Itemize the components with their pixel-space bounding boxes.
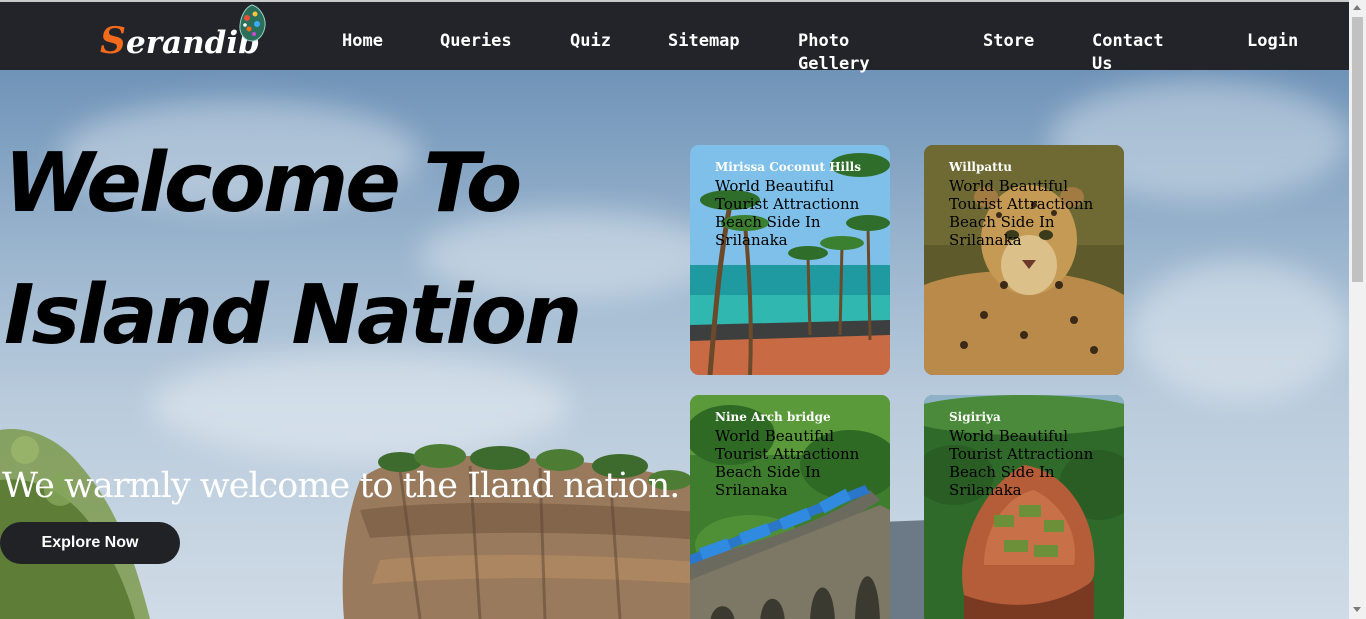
nav-contact-us[interactable]: Contact Us <box>1092 30 1182 76</box>
nav-quiz[interactable]: Quiz <box>570 30 611 53</box>
hero-section: Welcome To Island Nation We warmly welco… <box>0 70 1349 619</box>
logo-first-letter: S <box>100 20 126 62</box>
card-description: World Beautiful Tourist Attractionn Beac… <box>715 427 860 499</box>
card-title: Mirissa Coconut Hills <box>715 160 861 174</box>
card-description: World Beautiful Tourist Attractionn Beac… <box>949 177 1094 249</box>
card-description: World Beautiful Tourist Attractionn Beac… <box>949 427 1094 499</box>
logo-wordmark: Serandib <box>100 20 260 62</box>
card-title: Willpattu <box>949 160 1012 174</box>
card-title: Nine Arch bridge <box>715 410 831 424</box>
scroll-down-arrow-icon[interactable] <box>1353 607 1361 612</box>
nav-sitemap[interactable]: Sitemap <box>668 30 740 53</box>
navbar: Serandib Home Queries Quiz Sitemap Photo… <box>0 2 1349 74</box>
card-description: World Beautiful Tourist Attractionn Beac… <box>715 177 860 249</box>
site-logo[interactable]: Serandib <box>100 4 266 62</box>
scrollbar-thumb[interactable] <box>1352 17 1363 282</box>
scroll-up-arrow-icon[interactable] <box>1353 5 1361 10</box>
vertical-scrollbar[interactable] <box>1349 0 1366 619</box>
hero-subline: We warmly welcome to the Iland nation. <box>2 466 680 506</box>
nav-photo-gallery[interactable]: Photo Gellery <box>798 30 888 76</box>
window-top-border <box>0 0 1366 2</box>
hero-headline: Welcome To Island Nation <box>4 136 582 363</box>
nav-login[interactable]: Login <box>1247 30 1298 53</box>
nav-queries[interactable]: Queries <box>440 30 512 53</box>
card-nine-arch-bridge[interactable]: Nine Arch bridge World Beautiful Tourist… <box>690 395 890 619</box>
nav-store[interactable]: Store <box>983 30 1034 53</box>
nav-home[interactable]: Home <box>342 30 383 53</box>
island-gem-icon <box>239 4 266 42</box>
card-sigiriya[interactable]: Sigiriya World Beautiful Tourist Attract… <box>924 395 1124 619</box>
explore-now-button[interactable]: Explore Now <box>0 522 180 564</box>
card-mirissa[interactable]: Mirissa Coconut Hills World Beautiful To… <box>690 145 890 375</box>
card-title: Sigiriya <box>949 410 1001 424</box>
card-willpattu[interactable]: Willpattu World Beautiful Tourist Attrac… <box>924 145 1124 375</box>
